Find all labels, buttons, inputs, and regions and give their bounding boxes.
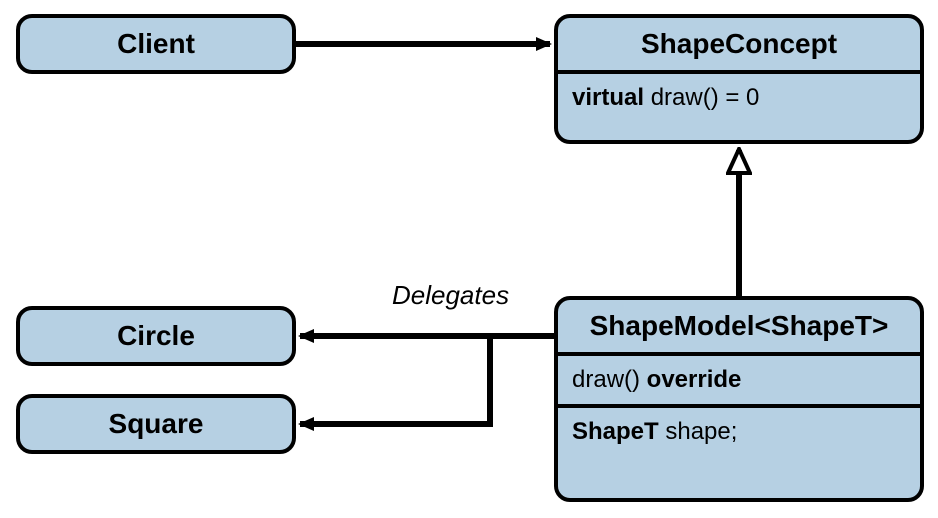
keyword-override: override	[647, 366, 742, 393]
node-shape-concept: ShapeConcept virtual draw() = 0	[554, 14, 924, 144]
node-shape-model-field: ShapeT shape;	[558, 408, 920, 456]
node-shape-model-title: ShapeModel<ShapeT>	[558, 300, 920, 352]
keyword-virtual: virtual	[572, 84, 644, 111]
node-shape-concept-title: ShapeConcept	[558, 18, 920, 70]
node-circle: Circle	[16, 306, 296, 366]
node-shape-concept-method: virtual draw() = 0	[558, 74, 920, 122]
method-draw-pure: draw() = 0	[644, 84, 759, 111]
node-shape-model-method: draw() override	[558, 356, 920, 404]
node-client: Client	[16, 14, 296, 74]
node-client-title: Client	[20, 18, 292, 70]
label-delegates: Delegates	[392, 280, 509, 311]
node-square: Square	[16, 394, 296, 454]
node-circle-title: Circle	[20, 310, 292, 362]
node-square-title: Square	[20, 398, 292, 450]
field-type: ShapeT	[572, 418, 659, 445]
field-name: shape;	[659, 418, 738, 445]
node-shape-model: ShapeModel<ShapeT> draw() override Shape…	[554, 296, 924, 502]
method-draw: draw()	[572, 366, 647, 393]
